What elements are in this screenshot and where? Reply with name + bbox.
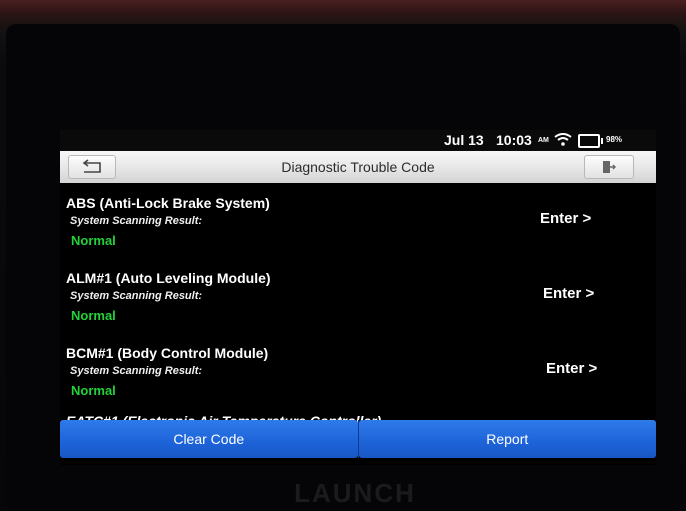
status-date: Jul 13	[444, 132, 484, 148]
status-bar: Jul 13 10:03 AM 98%	[60, 130, 656, 151]
scan-result-label: System Scanning Result:	[70, 290, 203, 302]
enter-button[interactable]: Enter >	[546, 360, 597, 377]
system-name: ALM#1 (Auto Leveling Module)	[66, 270, 271, 286]
enter-button[interactable]: Enter >	[543, 285, 594, 302]
page-title: Diagnostic Trouble Code	[281, 159, 435, 175]
wifi-icon	[554, 133, 572, 149]
scan-result-value: Normal	[71, 383, 116, 398]
device-brand-logo: LAUNCH	[294, 478, 416, 508]
list-item[interactable]: BCM#1 (Body Control Module) System Scann…	[60, 333, 656, 408]
clear-code-button[interactable]: Clear Code	[60, 420, 358, 458]
report-button[interactable]: Report	[358, 420, 656, 458]
battery-icon	[578, 134, 603, 148]
enter-button[interactable]: Enter >	[540, 210, 591, 227]
battery-percent: 98%	[606, 135, 623, 144]
device-screen: Jul 13 10:03 AM 98% Diagnostic Trouble C…	[60, 130, 656, 465]
button-bar: Clear Code Report	[60, 420, 656, 460]
scan-result-label: System Scanning Result:	[70, 365, 203, 377]
system-list: ABS (Anti-Lock Brake System) System Scan…	[60, 183, 656, 408]
scan-result-value: Normal	[71, 308, 116, 323]
status-time: 10:03	[496, 132, 532, 148]
list-item[interactable]: ABS (Anti-Lock Brake System) System Scan…	[60, 183, 656, 258]
system-name: BCM#1 (Body Control Module)	[66, 345, 269, 361]
exit-icon	[603, 161, 616, 173]
exit-button[interactable]	[584, 155, 634, 179]
scan-result-value: Normal	[71, 233, 116, 248]
status-ampm: AM	[538, 137, 549, 144]
scan-result-label: System Scanning Result:	[70, 215, 203, 227]
system-name: ABS (Anti-Lock Brake System)	[66, 195, 270, 211]
title-bar: Diagnostic Trouble Code	[60, 151, 656, 183]
list-item[interactable]: ALM#1 (Auto Leveling Module) System Scan…	[60, 258, 656, 333]
